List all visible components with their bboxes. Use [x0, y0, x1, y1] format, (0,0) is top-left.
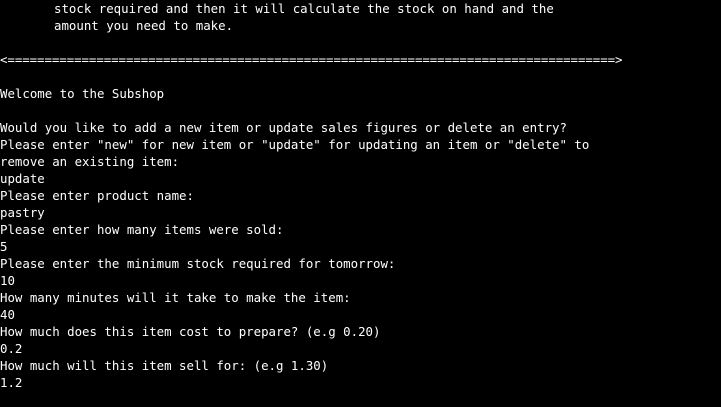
make-minutes-input[interactable]: 40 [0, 306, 15, 323]
intro-text-line-1: stock required and then it will calculat… [54, 1, 554, 16]
action-input[interactable]: update [0, 170, 45, 187]
action-instruction-line-1: Please enter "new" for new item or "upda… [0, 137, 590, 152]
action-question: Would you like to add a new item or upda… [0, 120, 567, 135]
items-sold-input[interactable]: 5 [0, 238, 7, 255]
product-name-prompt: Please enter product name: [0, 188, 194, 203]
prep-cost-input[interactable]: 0.2 [0, 340, 22, 357]
items-sold-prompt: Please enter how many items were sold: [0, 222, 284, 237]
intro-text-line-2: amount you need to make. [54, 18, 234, 33]
divider-line: <=======================================… [0, 52, 623, 67]
action-instruction-line-2: remove an existing item: [0, 154, 180, 169]
min-stock-prompt: Please enter the minimum stock required … [0, 256, 396, 271]
welcome-message: Welcome to the Subshop [0, 86, 165, 101]
min-stock-input[interactable]: 10 [0, 272, 15, 289]
make-minutes-prompt: How many minutes will it take to make th… [0, 290, 351, 305]
product-name-input[interactable]: pastry [0, 204, 45, 221]
prep-cost-prompt: How much does this item cost to prepare?… [0, 324, 381, 339]
terminal-window[interactable]: stock required and then it will calculat… [0, 0, 721, 407]
sell-price-input[interactable]: 1.2 [0, 374, 22, 391]
sell-price-prompt: How much will this item sell for: (e.g 1… [0, 358, 329, 373]
